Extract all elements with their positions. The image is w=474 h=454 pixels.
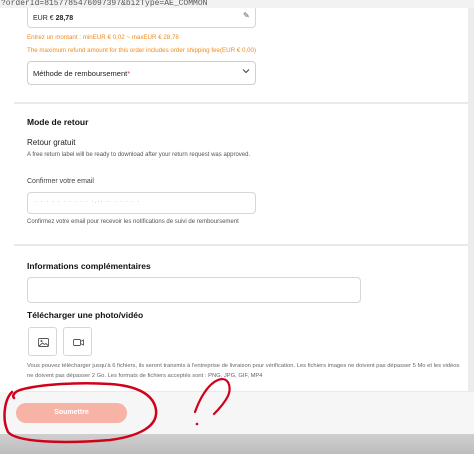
upload-title: Télécharger une photo/vidéo: [27, 310, 144, 320]
browser-url-bar[interactable]: ?orderId=8157785476097397&bizType=AE_COM…: [0, 0, 474, 8]
refund-method-label: Méthode de remboursement*: [33, 69, 130, 78]
required-mark: *: [127, 69, 131, 78]
video-icon: [73, 339, 84, 346]
left-gutter: [0, 8, 14, 446]
edit-icon[interactable]: ✎: [243, 11, 250, 20]
submit-button[interactable]: Soumettre: [16, 403, 127, 423]
email-value: · · · · · · · · · · ·.·· ·· · · · · ·: [35, 199, 141, 205]
additional-info-input[interactable]: [27, 277, 361, 303]
shipping-fee-hint: The maximum refund amount for this order…: [27, 47, 257, 54]
free-return-description: A free return label will be ready to dow…: [27, 152, 251, 158]
upload-note-line1: Vous pouvez télécharger jusqu'à 6 fichie…: [27, 363, 460, 369]
right-gutter: [468, 8, 474, 446]
amount-range-hint: Entrez un montant : minEUR € 0,02 ~ maxE…: [27, 34, 179, 41]
chevron-down-icon[interactable]: [242, 67, 250, 75]
email-label: Confirmer votre email: [27, 178, 94, 185]
email-note: Confirmez votre email pour recevoir les …: [27, 219, 239, 225]
refund-amount-number: 28,78: [55, 15, 74, 22]
bottom-shadow-area: [0, 434, 474, 454]
image-icon: [38, 338, 49, 347]
upload-note-line2: ne doivent pas dépasser 2 Go. Les format…: [27, 373, 263, 379]
return-mode-title: Mode de retour: [27, 117, 89, 127]
refund-method-text: Méthode de remboursement: [33, 69, 128, 78]
free-return-subtitle: Retour gratuit: [27, 138, 76, 147]
refund-amount-currency: EUR €: [33, 15, 54, 22]
refund-amount-value: EUR € 28,78: [33, 15, 73, 22]
upload-photo-button[interactable]: [28, 327, 57, 356]
additional-info-title: Informations complémentaires: [27, 261, 151, 271]
upload-video-button[interactable]: [63, 327, 92, 356]
